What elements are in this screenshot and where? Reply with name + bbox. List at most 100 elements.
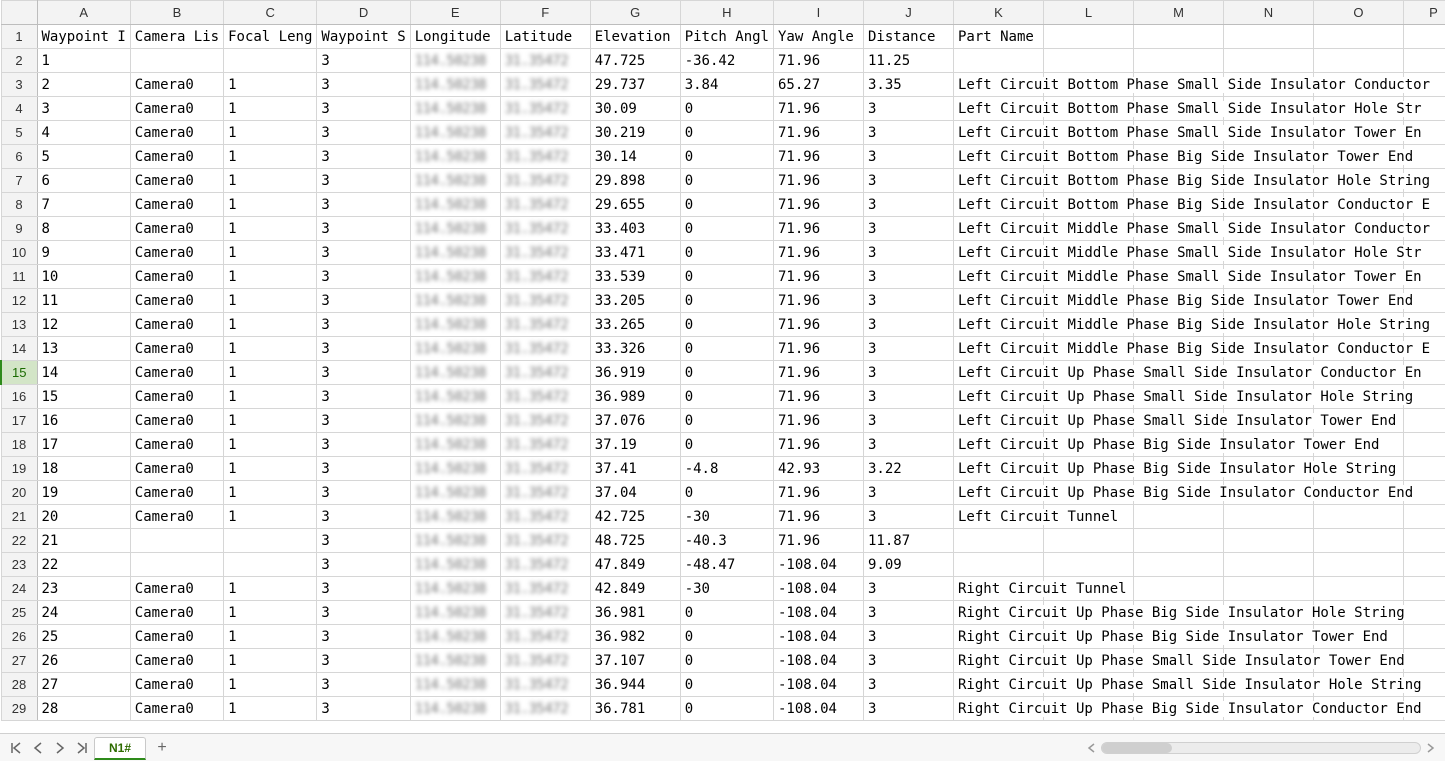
cell[interactable]: 11.87: [863, 529, 953, 553]
cell[interactable]: 48.725: [590, 529, 680, 553]
cell[interactable]: Left Circuit Up Phase Small Side Insulat…: [953, 361, 1043, 385]
cell[interactable]: [1403, 241, 1445, 265]
cell[interactable]: [1403, 313, 1445, 337]
cell[interactable]: 71.96: [773, 289, 863, 313]
cell[interactable]: [1133, 625, 1223, 649]
cell[interactable]: 27: [37, 673, 130, 697]
cell[interactable]: 24: [37, 601, 130, 625]
cell[interactable]: 0: [680, 97, 773, 121]
cell[interactable]: 1: [224, 577, 317, 601]
cell[interactable]: 114.50238: [410, 49, 500, 73]
cell[interactable]: [224, 553, 317, 577]
column-header-L[interactable]: L: [1043, 1, 1133, 25]
cell[interactable]: [1313, 241, 1403, 265]
cell[interactable]: [1133, 529, 1223, 553]
cell[interactable]: 33.539: [590, 265, 680, 289]
cell[interactable]: 26: [37, 649, 130, 673]
cell[interactable]: 31.35472: [500, 97, 590, 121]
cell[interactable]: Left Circuit Middle Phase Small Side Ins…: [953, 241, 1043, 265]
cell[interactable]: 3: [863, 433, 953, 457]
cell[interactable]: 3: [317, 625, 410, 649]
cell[interactable]: [1223, 601, 1313, 625]
cell[interactable]: 0: [680, 409, 773, 433]
cell[interactable]: -108.04: [773, 697, 863, 721]
cell[interactable]: [1043, 241, 1133, 265]
cell[interactable]: 3: [317, 97, 410, 121]
cell[interactable]: [1403, 169, 1445, 193]
cell[interactable]: [1223, 121, 1313, 145]
cell[interactable]: 114.50238: [410, 169, 500, 193]
cell[interactable]: 30.09: [590, 97, 680, 121]
cell[interactable]: 3: [317, 337, 410, 361]
cell[interactable]: [1223, 529, 1313, 553]
cell[interactable]: 1: [224, 337, 317, 361]
cell[interactable]: Camera0: [130, 193, 223, 217]
cell[interactable]: 3: [863, 481, 953, 505]
column-header-B[interactable]: B: [130, 1, 223, 25]
cell[interactable]: 1: [224, 193, 317, 217]
cell[interactable]: 31.35472: [500, 409, 590, 433]
cell[interactable]: Left Circuit Up Phase Small Side Insulat…: [953, 385, 1043, 409]
cell[interactable]: 114.50238: [410, 289, 500, 313]
cell[interactable]: [1043, 601, 1133, 625]
cell[interactable]: [1043, 145, 1133, 169]
cell[interactable]: Left Circuit Middle Phase Small Side Ins…: [953, 217, 1043, 241]
cell[interactable]: [1043, 361, 1133, 385]
cell[interactable]: [130, 553, 223, 577]
row-header[interactable]: 28: [1, 673, 37, 697]
cell[interactable]: [1043, 121, 1133, 145]
cell[interactable]: [1133, 577, 1223, 601]
cell[interactable]: 31.35472: [500, 193, 590, 217]
cell[interactable]: 3: [317, 241, 410, 265]
cell[interactable]: 13: [37, 337, 130, 361]
cell[interactable]: [1223, 697, 1313, 721]
cell[interactable]: 3: [317, 289, 410, 313]
cell[interactable]: 31.35472: [500, 337, 590, 361]
cell[interactable]: Camera0: [130, 481, 223, 505]
cell[interactable]: 0: [680, 385, 773, 409]
cell[interactable]: 0: [680, 601, 773, 625]
cell[interactable]: [1043, 577, 1133, 601]
cell[interactable]: 114.50238: [410, 481, 500, 505]
cell[interactable]: [1043, 649, 1133, 673]
select-all-corner[interactable]: [1, 1, 37, 25]
cell[interactable]: [1403, 121, 1445, 145]
cell[interactable]: 0: [680, 265, 773, 289]
cell[interactable]: [1403, 217, 1445, 241]
cell[interactable]: 5: [37, 145, 130, 169]
cell[interactable]: [1403, 409, 1445, 433]
cell[interactable]: 3: [317, 217, 410, 241]
cell[interactable]: 31.35472: [500, 553, 590, 577]
cell[interactable]: [1313, 193, 1403, 217]
cell[interactable]: [1223, 337, 1313, 361]
cell[interactable]: [1223, 145, 1313, 169]
cell[interactable]: 7: [37, 193, 130, 217]
cell[interactable]: [1313, 577, 1403, 601]
cell[interactable]: 3: [863, 337, 953, 361]
cell[interactable]: [1133, 337, 1223, 361]
cell[interactable]: [1133, 697, 1223, 721]
row-header[interactable]: 2: [1, 49, 37, 73]
cell[interactable]: 0: [680, 121, 773, 145]
cell[interactable]: Part Name: [953, 25, 1043, 49]
cell[interactable]: [1313, 697, 1403, 721]
cell[interactable]: 3: [863, 313, 953, 337]
cell[interactable]: 33.265: [590, 313, 680, 337]
cell[interactable]: [1043, 73, 1133, 97]
cell[interactable]: 31.35472: [500, 481, 590, 505]
row-header[interactable]: 20: [1, 481, 37, 505]
cell[interactable]: 14: [37, 361, 130, 385]
cell[interactable]: [1223, 457, 1313, 481]
cell[interactable]: 31.35472: [500, 121, 590, 145]
cell[interactable]: 114.50238: [410, 505, 500, 529]
next-sheet-icon[interactable]: [50, 738, 70, 758]
cell[interactable]: 31.35472: [500, 433, 590, 457]
cell[interactable]: 114.50238: [410, 241, 500, 265]
cell[interactable]: Right Circuit Up Phase Small Side Insula…: [953, 673, 1043, 697]
cell[interactable]: 28: [37, 697, 130, 721]
cell[interactable]: 3.35: [863, 73, 953, 97]
cell[interactable]: 114.50238: [410, 313, 500, 337]
cell[interactable]: 71.96: [773, 433, 863, 457]
cell[interactable]: [1043, 625, 1133, 649]
cell[interactable]: 71.96: [773, 313, 863, 337]
